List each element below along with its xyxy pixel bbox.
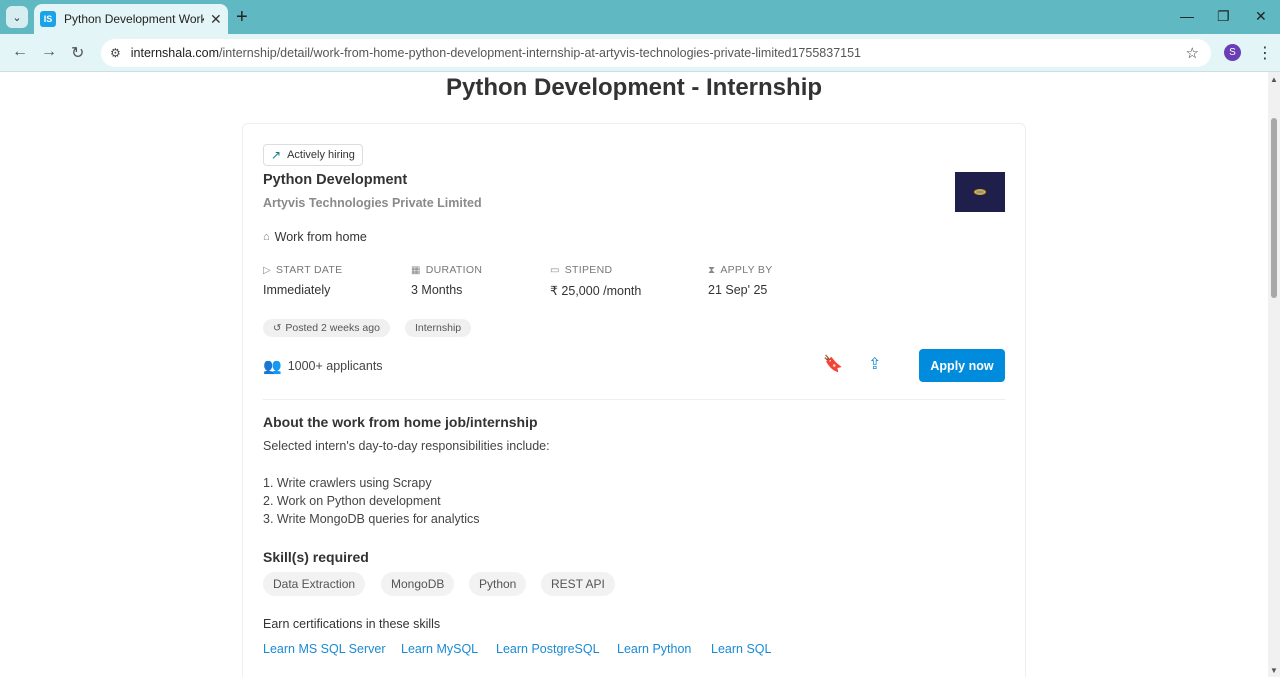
site-info-icon[interactable]: ⚙ [110,46,121,60]
page-content: Python Development - Internship ↗ Active… [0,72,1268,677]
responsibility-item: 3. Write MongoDB queries for analytics [263,512,480,526]
detail-duration: ▦ DURATION 3 Months [411,264,482,297]
page-title: Python Development - Internship [445,74,823,101]
company-name[interactable]: Artyvis Technologies Private Limited [263,196,482,210]
apply-now-button[interactable]: Apply now [919,349,1005,382]
applicants-label: 1000+ applicants [287,359,383,373]
browser-menu-icon[interactable]: ⋮ [1257,43,1273,63]
home-icon: ⌂ [263,231,270,243]
url-domain: internshala.com [130,46,220,60]
hourglass-icon: ⧗ [708,264,716,276]
tab-search-button[interactable]: ⌄ [6,6,28,28]
close-window-button[interactable]: ✕ [1255,8,1267,25]
close-tab-icon[interactable]: ✕ [210,11,222,28]
badge-label: Actively hiring [287,149,355,161]
job-title: Python Development [263,172,408,188]
cert-link-sql[interactable]: Learn SQL [711,642,771,656]
url-path: /internship/detail/work-from-home-python… [219,46,861,60]
posted-chip: ↺ Posted 2 weeks ago [263,319,390,337]
detail-value: 3 Months [411,283,463,297]
scroll-down-arrow-icon[interactable]: ▼ [1270,666,1278,675]
applicants-count: 👥 1000+ applicants [263,357,383,375]
location: ⌂ Work from home [263,230,367,244]
new-tab-button[interactable]: + [236,7,248,27]
skill-chip: Data Extraction [263,572,366,596]
certifications-title: Earn certifications in these skills [263,617,441,631]
detail-label: APPLY BY [720,264,773,276]
detail-label: START DATE [276,264,343,276]
cert-link-python[interactable]: Learn Python [617,642,691,656]
chip-label: Internship [415,322,462,334]
skills-title: Skill(s) required [263,549,369,565]
page-scrollbar[interactable]: ▲ ▼ [1268,72,1280,677]
skill-chip: Python [469,572,527,596]
back-button[interactable]: ← [12,43,28,61]
cert-link-mysql[interactable]: Learn MySQL [401,642,478,656]
detail-label: STIPEND [564,264,613,276]
bookmark-icon[interactable]: 🔖 [823,354,843,374]
browser-tab-bar: ⌄ IS Python Development Work From ✕ + — … [0,0,1280,34]
company-logo [955,172,1005,212]
about-intro: Selected intern's day-to-day responsibil… [263,439,550,453]
internshala-favicon-icon: IS [40,11,56,27]
share-icon[interactable]: ⇪ [868,354,881,374]
detail-stipend: ▭ STIPEND ₹ 25,000 /month [550,264,641,298]
scroll-thumb[interactable] [1271,118,1277,298]
detail-start-date: ▷ START DATE Immediately [263,264,342,297]
trending-up-icon: ↗ [271,148,282,162]
url-text: internshala.com/internship/detail/work-f… [131,46,861,60]
tab-title: Python Development Work From [64,12,204,26]
cert-link-postgresql[interactable]: Learn PostgreSQL [496,642,600,656]
detail-value: Immediately [263,283,331,297]
browser-toolbar: ← → ↻ ⚙ internshala.com/internship/detai… [0,34,1280,72]
logo-eye-icon [974,189,986,195]
restore-button[interactable]: ❐ [1217,8,1230,25]
about-title: About the work from home job/internship [263,414,538,430]
bookmark-star-icon[interactable]: ☆ [1186,44,1199,62]
internship-card: ↗ Actively hiring Python Development Art… [242,123,1026,677]
reload-button[interactable]: ↻ [71,43,84,63]
skill-chip: REST API [541,572,615,596]
skill-chip: MongoDB [381,572,455,596]
location-label: Work from home [274,230,367,244]
cert-link-ms-sql-server[interactable]: Learn MS SQL Server [263,642,386,656]
play-circle-icon: ▷ [263,264,271,276]
people-icon: 👥 [263,358,282,375]
responsibility-item: 2. Work on Python development [263,494,441,508]
minimize-button[interactable]: — [1180,8,1194,24]
chip-label: Posted 2 weeks ago [285,322,380,334]
calendar-icon: ▦ [411,264,421,276]
internship-chip: Internship [405,319,472,337]
detail-value: 21 Sep' 25 [708,283,768,297]
detail-value: ₹ 25,000 /month [550,284,642,298]
actively-hiring-badge: ↗ Actively hiring [263,144,363,166]
address-bar[interactable]: ⚙ internshala.com/internship/detail/work… [101,39,1211,67]
detail-label: DURATION [425,264,483,276]
money-icon: ▭ [550,264,560,276]
divider [263,399,1005,400]
detail-apply-by: ⧗ APPLY BY 21 Sep' 25 [708,264,773,297]
forward-button[interactable]: → [41,43,57,61]
scroll-up-arrow-icon[interactable]: ▲ [1270,75,1278,84]
profile-avatar[interactable]: S [1224,44,1241,61]
responsibility-item: 1. Write crawlers using Scrapy [263,476,432,490]
history-icon: ↺ [273,322,282,334]
browser-tab[interactable]: IS Python Development Work From ✕ [34,4,228,34]
